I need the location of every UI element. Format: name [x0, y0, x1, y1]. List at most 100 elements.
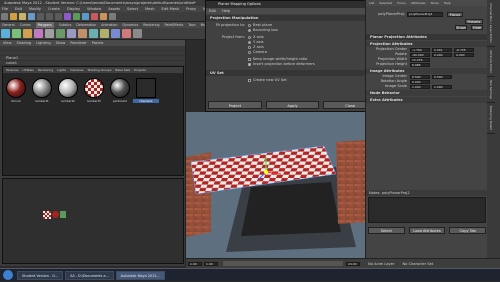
side-tab[interactable]: Attribute Editor	[487, 47, 495, 78]
ae-presets-button[interactable]: Presets	[465, 18, 483, 24]
attr-value-field[interactable]: -90.000	[410, 52, 430, 57]
ae-copy-tab-button[interactable]: Copy Tab	[449, 227, 487, 234]
select-hierarchy-icon[interactable]	[37, 13, 44, 20]
outliner-menu-renderer[interactable]: Renderer	[70, 40, 86, 46]
collapsed-section-node-behavior[interactable]: Node Behavior	[366, 90, 487, 96]
side-tab[interactable]: Channel Box / Layer Editor	[487, 0, 495, 47]
anim-layer-label[interactable]: No Anim Layer	[368, 262, 394, 266]
ae-load-attributes-button[interactable]: Load Attributes	[408, 227, 446, 234]
material-swatch-item[interactable]: particleCl	[107, 75, 133, 103]
checker-node[interactable]	[43, 211, 51, 219]
hypershade-tab-textures[interactable]: Textures	[6, 67, 19, 73]
fit-best-plane-radio[interactable]	[248, 24, 251, 27]
save-scene-icon[interactable]	[28, 13, 35, 20]
poly-sphere-icon[interactable]	[1, 29, 10, 38]
ae-hide-button[interactable]: Hide	[471, 24, 483, 30]
material-swatch-item[interactable]: blinn2	[3, 75, 29, 103]
snap-point-icon[interactable]	[82, 13, 89, 20]
create-new-uvset-checkbox[interactable]	[248, 79, 251, 82]
range-slider-bar[interactable]	[223, 261, 343, 266]
dialog-project-button[interactable]: Project	[208, 101, 262, 109]
outliner-menu-panels[interactable]: Panels	[92, 40, 104, 46]
hypershade-tab-shading-groups[interactable]: Shading Groups	[88, 67, 112, 73]
attr-value-field[interactable]: 0.500	[432, 74, 452, 79]
keep-image-width-height--checkbox[interactable]	[248, 58, 251, 61]
poly-cone-icon[interactable]	[34, 29, 43, 38]
uv-editor-icon[interactable]	[133, 29, 142, 38]
open-scene-icon[interactable]	[19, 13, 26, 20]
side-tab[interactable]: Modeling Toolkit	[487, 103, 495, 135]
poly-plane-icon[interactable]	[45, 29, 54, 38]
ae-menu-attributes[interactable]: Attributes	[411, 0, 426, 6]
outliner-menu-lighting[interactable]: Lighting	[36, 40, 51, 46]
taskbar-item[interactable]: Autodesk Maya 2012...	[115, 270, 165, 280]
bevel-icon[interactable]	[100, 29, 109, 38]
uv-set-section[interactable]: UV Set	[206, 70, 379, 76]
material-swatch-item[interactable]: checker1	[133, 75, 159, 103]
perspective-viewport[interactable]	[186, 112, 365, 258]
ae-show-button[interactable]: Show	[455, 24, 467, 30]
hypershade-tab-rendering[interactable]: Rendering	[38, 67, 53, 73]
poly-cube-icon[interactable]	[12, 29, 21, 38]
attr-value-field[interactable]: 0.000	[432, 52, 452, 57]
dialog-menu-edit[interactable]: Edit	[209, 8, 216, 14]
taskbar-item[interactable]: SA - D:\Documents a...	[65, 270, 114, 280]
dialog-apply-button[interactable]: Apply	[265, 101, 320, 109]
fit-bounding-box-radio[interactable]	[248, 29, 251, 32]
select-component-icon[interactable]	[55, 13, 62, 20]
hypershade-tab-projects[interactable]: Projects	[134, 67, 146, 73]
bridge-icon[interactable]	[111, 29, 120, 38]
snap-curve-icon[interactable]	[73, 13, 80, 20]
hypershade-tab-cameras[interactable]: Cameras	[70, 67, 83, 73]
ae-select-button[interactable]: Select	[368, 227, 405, 234]
mode-selector[interactable]	[1, 13, 8, 20]
attr-value-field[interactable]: -6.725	[454, 47, 474, 52]
project-z-axis-radio[interactable]	[248, 46, 251, 49]
attr-value-field[interactable]: 1.000	[410, 84, 430, 89]
blinn-node[interactable]	[52, 211, 59, 218]
dialog-menu-help[interactable]: Help	[222, 8, 230, 14]
end-time-field[interactable]: 24.00	[346, 261, 360, 266]
split-polygon-icon[interactable]	[122, 29, 131, 38]
attr-value-field[interactable]: 12.236	[410, 57, 430, 62]
snap-grid-icon[interactable]	[64, 13, 71, 20]
render-icon[interactable]	[91, 13, 98, 20]
material-swatch-item[interactable]: lambert3	[81, 75, 107, 103]
select-object-icon[interactable]	[46, 13, 53, 20]
side-tab[interactable]: Tool Settings	[487, 77, 495, 104]
ae-menu-list[interactable]: List	[369, 0, 374, 6]
poly-cylinder-icon[interactable]	[23, 29, 32, 38]
ae-menu-focus[interactable]: Focus	[397, 0, 406, 6]
hypershade-tab-bake-sets[interactable]: Bake Sets	[115, 67, 130, 73]
material-swatch-item[interactable]: lambert1	[29, 75, 55, 103]
attr-value-field[interactable]: 0.000	[454, 52, 474, 57]
material-swatch-item[interactable]: lambert2	[55, 75, 81, 103]
outliner-menu-shading[interactable]: Shading	[17, 40, 32, 46]
ipr-render-icon[interactable]	[100, 13, 107, 20]
hypershade-tab-lights[interactable]: Lights	[57, 67, 66, 73]
separate-icon[interactable]	[78, 29, 87, 38]
ae-menu-show[interactable]: Show	[431, 0, 439, 6]
insert-projection-before-checkbox[interactable]	[248, 63, 251, 66]
project-x-axis-radio[interactable]	[248, 36, 251, 39]
extrude-icon[interactable]	[89, 29, 98, 38]
attr-value-field[interactable]: -1.760	[410, 47, 430, 52]
start-time-field[interactable]: 1.00	[188, 261, 202, 266]
ae-menu-help[interactable]: Help	[444, 0, 451, 6]
outliner-menu-view[interactable]: View	[3, 40, 12, 46]
current-time-field[interactable]: 1.00	[204, 261, 218, 266]
render-settings-icon[interactable]	[109, 13, 116, 20]
combine-icon[interactable]	[67, 29, 76, 38]
hypershade-tab-utilities[interactable]: Utilities	[23, 67, 34, 73]
attr-value-field[interactable]: 0.000	[410, 79, 430, 84]
attr-value-field[interactable]: 6.986	[410, 62, 430, 67]
ae-node-name-field[interactable]: polyPlanarProj2	[407, 11, 443, 17]
new-scene-icon[interactable]	[10, 13, 17, 20]
character-set-label[interactable]: No Character Set	[402, 262, 433, 266]
start-button-icon[interactable]	[3, 270, 13, 280]
ae-menu-selected[interactable]: Selected	[379, 0, 392, 6]
collapsed-section-extra-attributes[interactable]: Extra Attributes	[366, 97, 487, 103]
ae-notes-field[interactable]	[368, 197, 486, 223]
project-y-axis-radio[interactable]	[248, 41, 251, 44]
taskbar-item[interactable]: Student Version - G...	[17, 270, 64, 280]
